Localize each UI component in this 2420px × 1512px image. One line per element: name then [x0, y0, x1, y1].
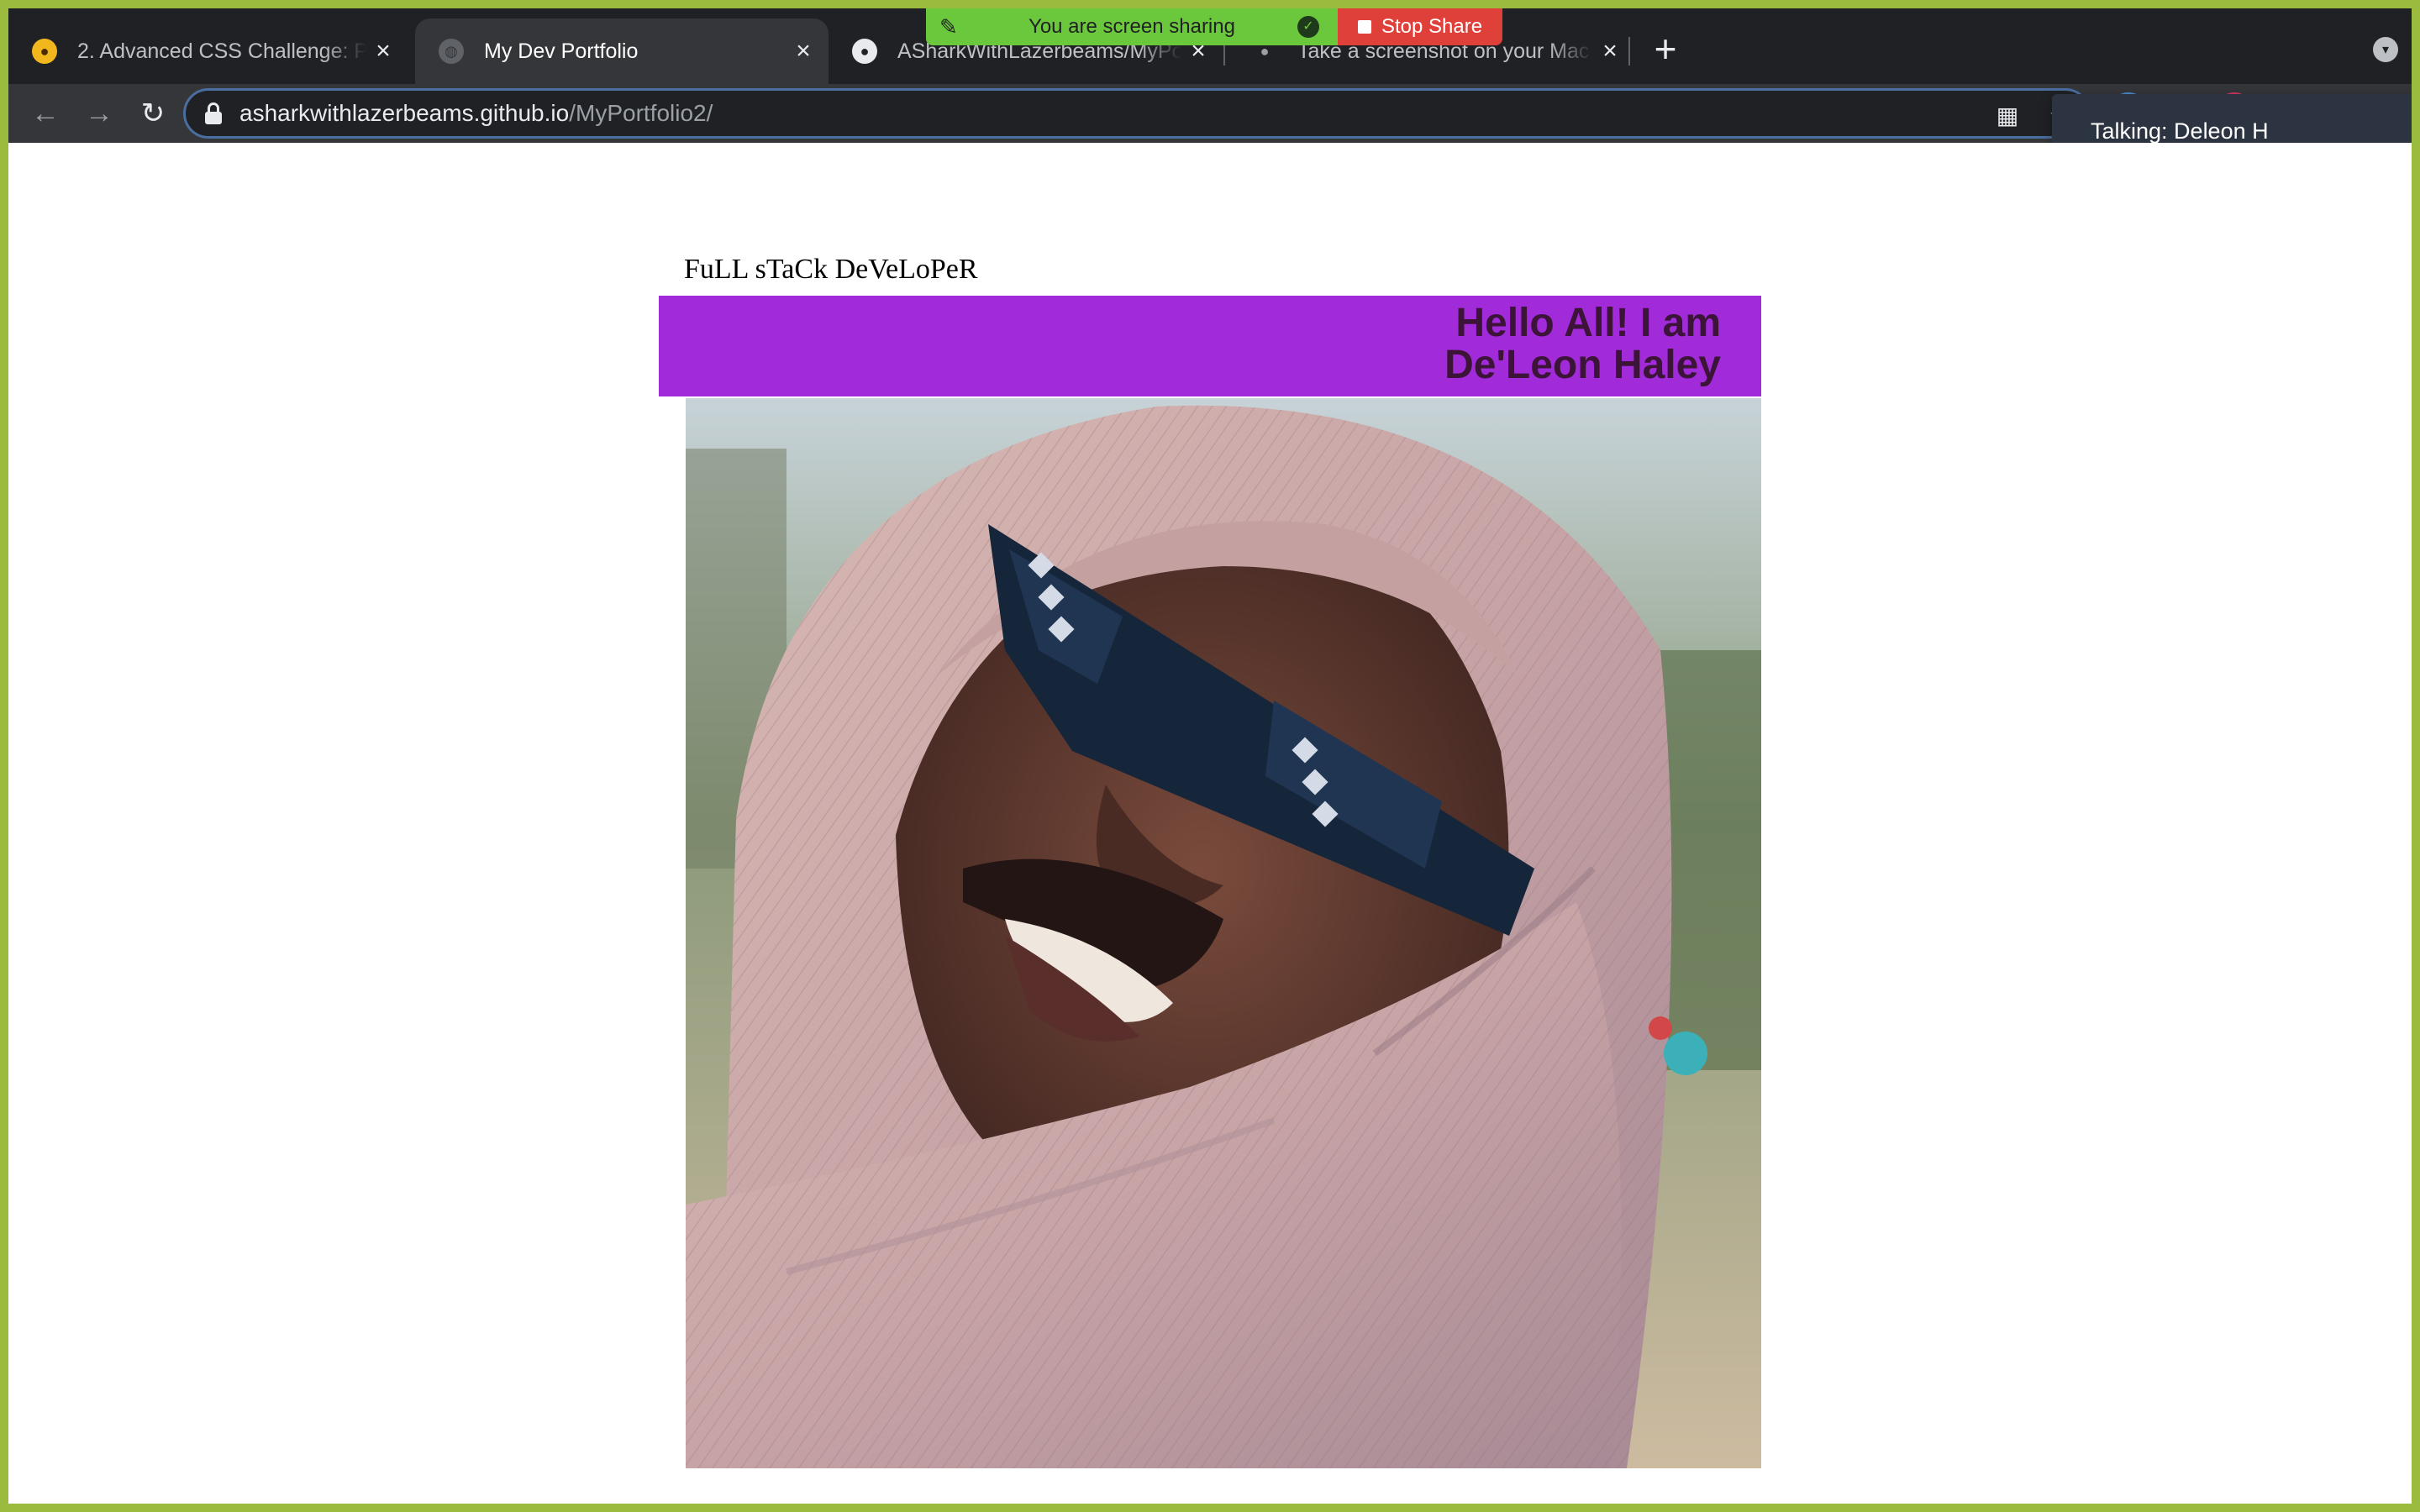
annotate-icon[interactable]: ✎ — [939, 14, 958, 40]
stop-share-label: Stop Share — [1381, 15, 1483, 38]
profile-photo — [686, 398, 1761, 1468]
shield-icon: ✓ — [1297, 16, 1319, 38]
github-icon: ● — [852, 39, 877, 64]
tab-my-dev-portfolio[interactable]: ◍ My Dev Portfolio × — [415, 18, 829, 84]
address-bar[interactable]: asharkwithlazerbeams.github.io/MyPortfol… — [183, 88, 2091, 139]
header-banner: Hello All! I am De'Leon Haley — [659, 296, 1761, 396]
share-status-text: You are screen sharing — [1028, 15, 1235, 38]
tab-strip: ● 2. Advanced CSS Challenge: P × ◍ My De… — [8, 8, 2412, 84]
tab-separator — [1628, 37, 1630, 66]
url-text[interactable]: asharkwithlazerbeams.github.io/MyPortfol… — [239, 100, 713, 127]
lock-icon[interactable] — [204, 102, 223, 124]
tab-title: 2. Advanced CSS Challenge: P — [77, 39, 366, 63]
close-icon[interactable]: × — [1593, 37, 1627, 66]
close-icon[interactable]: × — [786, 37, 820, 66]
screen-share-status: ✎ You are screen sharing ✓ — [926, 8, 1338, 45]
screen-share-bar: ✎ You are screen sharing ✓ Stop Share — [926, 8, 1502, 45]
close-icon[interactable]: × — [366, 37, 400, 66]
forward-arrow-icon[interactable]: → — [81, 96, 118, 133]
tab-css-challenge[interactable]: ● 2. Advanced CSS Challenge: P × — [8, 18, 408, 84]
page-viewport[interactable]: FuLL sTaCk DeVeLoPeR Hello All! I am De'… — [8, 143, 2412, 1504]
globe-icon: ◍ — [439, 39, 464, 64]
title-line-1: Hello All! I am — [1455, 301, 1721, 345]
page-subtitle: FuLL sTaCk DeVeLoPeR — [684, 254, 978, 285]
browser-toolbar: ← → ↻ asharkwithlazerbeams.github.io/MyP… — [8, 84, 2412, 143]
page-title: Hello All! I am De'Leon Haley — [1133, 302, 1721, 386]
reload-icon[interactable]: ↻ — [134, 96, 171, 133]
new-tab-button[interactable]: + — [1642, 27, 1689, 74]
back-arrow-icon[interactable]: ← — [27, 96, 64, 133]
udemy-favicon-icon: ● — [32, 39, 57, 64]
stop-share-button[interactable]: Stop Share — [1338, 8, 1502, 45]
tab-search-icon[interactable]: ▾ — [2373, 37, 2398, 62]
browser-window: ● 2. Advanced CSS Challenge: P × ◍ My De… — [8, 8, 2412, 1504]
tab-title: My Dev Portfolio — [484, 39, 639, 63]
stop-icon — [1357, 20, 1371, 34]
qr-code-icon[interactable]: ▦ — [1992, 101, 2023, 131]
title-line-2: De'Leon Haley — [1444, 343, 1721, 387]
